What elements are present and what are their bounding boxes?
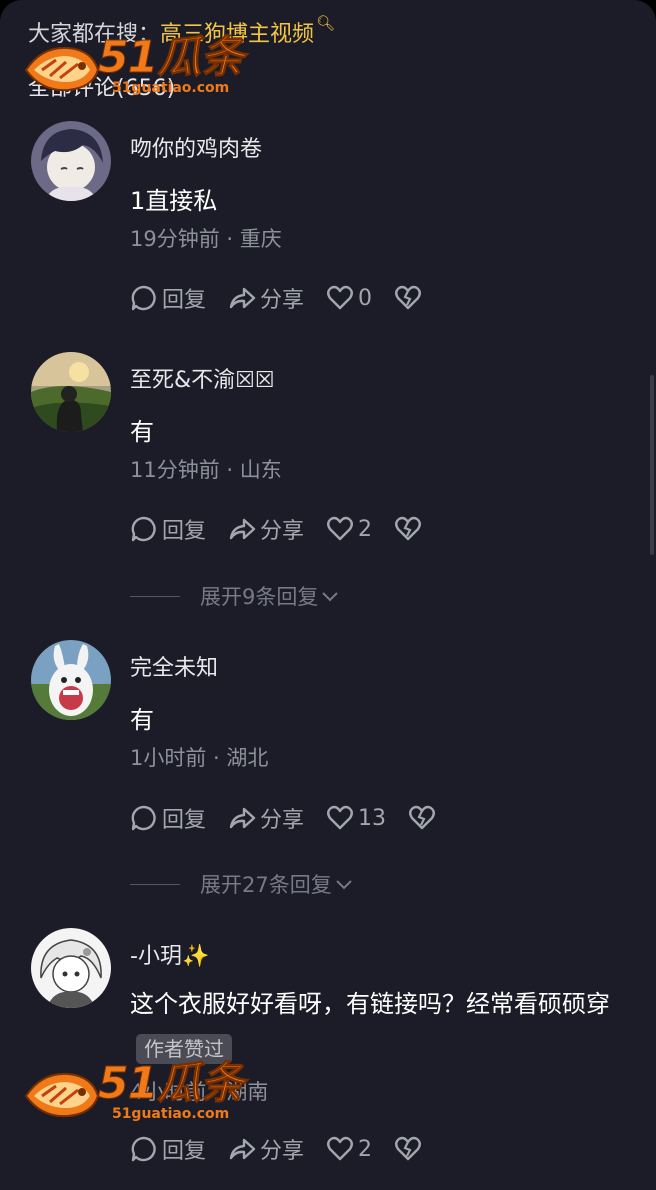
reply-icon bbox=[131, 805, 156, 831]
dislike-button[interactable] bbox=[394, 515, 426, 543]
share-label: 分享 bbox=[260, 288, 305, 313]
comment-time: 11分钟前 bbox=[130, 458, 220, 482]
reply-button[interactable]: 回复 bbox=[130, 513, 206, 545]
comment-meta: 1小时前 · 湖北 bbox=[130, 746, 269, 770]
watermark-url: 51guatiao.com bbox=[111, 80, 230, 96]
like-count: 0 bbox=[358, 285, 373, 311]
comment-actions: 回复 分享 13 bbox=[130, 803, 440, 833]
share-icon bbox=[229, 807, 256, 829]
chevron-down-icon bbox=[322, 592, 339, 602]
broken-heart-icon bbox=[409, 805, 435, 830]
broken-heart-icon bbox=[395, 285, 421, 310]
reply-button[interactable]: 回复 bbox=[130, 802, 206, 834]
scrollbar[interactable] bbox=[650, 375, 654, 555]
comment-location: 山东 bbox=[239, 458, 282, 482]
watermark-fish-icon bbox=[24, 46, 100, 92]
reply-button[interactable]: 回复 bbox=[130, 282, 206, 314]
like-count: 2 bbox=[358, 1136, 373, 1162]
watermark-brand: 51瓜条 bbox=[97, 32, 244, 83]
comment-text: 1直接私 bbox=[130, 187, 218, 215]
reply-label: 回复 bbox=[162, 1139, 207, 1164]
share-icon bbox=[229, 1138, 256, 1160]
comment-actions: 回复 分享 0 bbox=[130, 283, 426, 313]
reply-label: 回复 bbox=[162, 808, 207, 833]
avatar[interactable] bbox=[31, 640, 111, 720]
reply-label: 回复 bbox=[162, 519, 207, 544]
watermark-logo: 51瓜条 51guatiao.com bbox=[22, 1058, 245, 1122]
like-button[interactable]: 13 bbox=[326, 804, 386, 832]
share-icon bbox=[229, 287, 256, 309]
like-count: 13 bbox=[358, 805, 387, 831]
avatar[interactable] bbox=[31, 352, 111, 432]
reply-label: 回复 bbox=[162, 288, 207, 313]
reply-button[interactable]: 回复 bbox=[130, 1133, 206, 1165]
share-label: 分享 bbox=[260, 808, 305, 833]
watermark-fish-icon bbox=[24, 1072, 100, 1118]
dislike-button[interactable] bbox=[394, 284, 426, 312]
comment-location: 湖北 bbox=[226, 746, 269, 770]
dislike-button[interactable] bbox=[408, 804, 440, 832]
watermark-url: 51guatiao.com bbox=[111, 1106, 230, 1122]
comment-username[interactable]: 完全未知 bbox=[130, 650, 218, 682]
comments-panel: 大家都在搜：高三狗博主视频 🔍︎ 全部评论(656) 51瓜条 51guatiao… bbox=[0, 0, 656, 1190]
share-icon bbox=[229, 518, 256, 540]
comment-location: 重庆 bbox=[239, 227, 282, 251]
divider-line bbox=[130, 595, 180, 597]
comment-item: 至死&不渝☒☒ 有 11分钟前 · 山东 回复 分享 2 展开9条回复 bbox=[0, 352, 656, 612]
expand-replies-label: 展开9条回复 bbox=[200, 585, 319, 609]
comment-text: 有 bbox=[130, 418, 154, 446]
reply-icon bbox=[131, 285, 156, 311]
like-button[interactable]: 0 bbox=[326, 284, 372, 312]
divider-line bbox=[130, 883, 180, 885]
expand-replies[interactable]: 展开27条回复 bbox=[130, 869, 354, 899]
share-label: 分享 bbox=[260, 519, 305, 544]
watermark-logo: 51瓜条 51guatiao.com bbox=[22, 32, 245, 96]
chevron-down-icon bbox=[336, 880, 352, 890]
broken-heart-icon bbox=[395, 516, 421, 541]
comment-actions: 回复 分享 2 bbox=[130, 514, 426, 544]
dislike-button[interactable] bbox=[394, 1135, 426, 1163]
like-count: 2 bbox=[358, 516, 373, 542]
comment-item: 吻你的鸡肉卷 1直接私 19分钟前 · 重庆 回复 分享 0 bbox=[0, 121, 656, 321]
comment-text: 这个衣服好好看呀，有链接吗？经常看硕硕穿作者赞过 bbox=[130, 982, 630, 1070]
comment-meta: 19分钟前 · 重庆 bbox=[130, 227, 282, 251]
share-button[interactable]: 分享 bbox=[228, 1133, 304, 1165]
comment-text-body: 这个衣服好好看呀，有链接吗？经常看硕硕穿 bbox=[130, 990, 610, 1018]
heart-icon bbox=[327, 1136, 353, 1161]
share-button[interactable]: 分享 bbox=[228, 513, 304, 545]
heart-icon bbox=[327, 516, 353, 541]
like-button[interactable]: 2 bbox=[326, 1135, 372, 1163]
avatar[interactable] bbox=[31, 928, 111, 1008]
search-icon[interactable]: 🔍︎ bbox=[316, 14, 335, 32]
heart-icon bbox=[327, 285, 353, 310]
reply-icon bbox=[131, 1136, 156, 1162]
watermark-brand: 51瓜条 bbox=[97, 1058, 244, 1109]
heart-icon bbox=[327, 805, 353, 830]
comment-text: 有 bbox=[130, 706, 154, 734]
avatar[interactable] bbox=[31, 121, 111, 201]
comment-username[interactable]: 吻你的鸡肉卷 bbox=[130, 131, 262, 163]
broken-heart-icon bbox=[395, 1136, 421, 1161]
share-label: 分享 bbox=[260, 1139, 305, 1164]
comment-username[interactable]: -小玥✨ bbox=[130, 938, 209, 970]
comment-item: 完全未知 有 1小时前 · 湖北 回复 分享 13 展开27条回复 bbox=[0, 640, 656, 900]
like-button[interactable]: 2 bbox=[326, 515, 372, 543]
comment-time: 19分钟前 bbox=[130, 227, 220, 251]
comment-username[interactable]: 至死&不渝☒☒ bbox=[130, 362, 275, 394]
share-button[interactable]: 分享 bbox=[228, 802, 304, 834]
share-button[interactable]: 分享 bbox=[228, 282, 304, 314]
reply-icon bbox=[131, 516, 156, 542]
comment-time: 1小时前 bbox=[130, 746, 207, 770]
expand-replies[interactable]: 展开9条回复 bbox=[130, 581, 340, 611]
comment-actions: 回复 分享 2 bbox=[130, 1134, 426, 1164]
expand-replies-label: 展开27条回复 bbox=[200, 873, 332, 897]
comment-meta: 11分钟前 · 山东 bbox=[130, 458, 282, 482]
